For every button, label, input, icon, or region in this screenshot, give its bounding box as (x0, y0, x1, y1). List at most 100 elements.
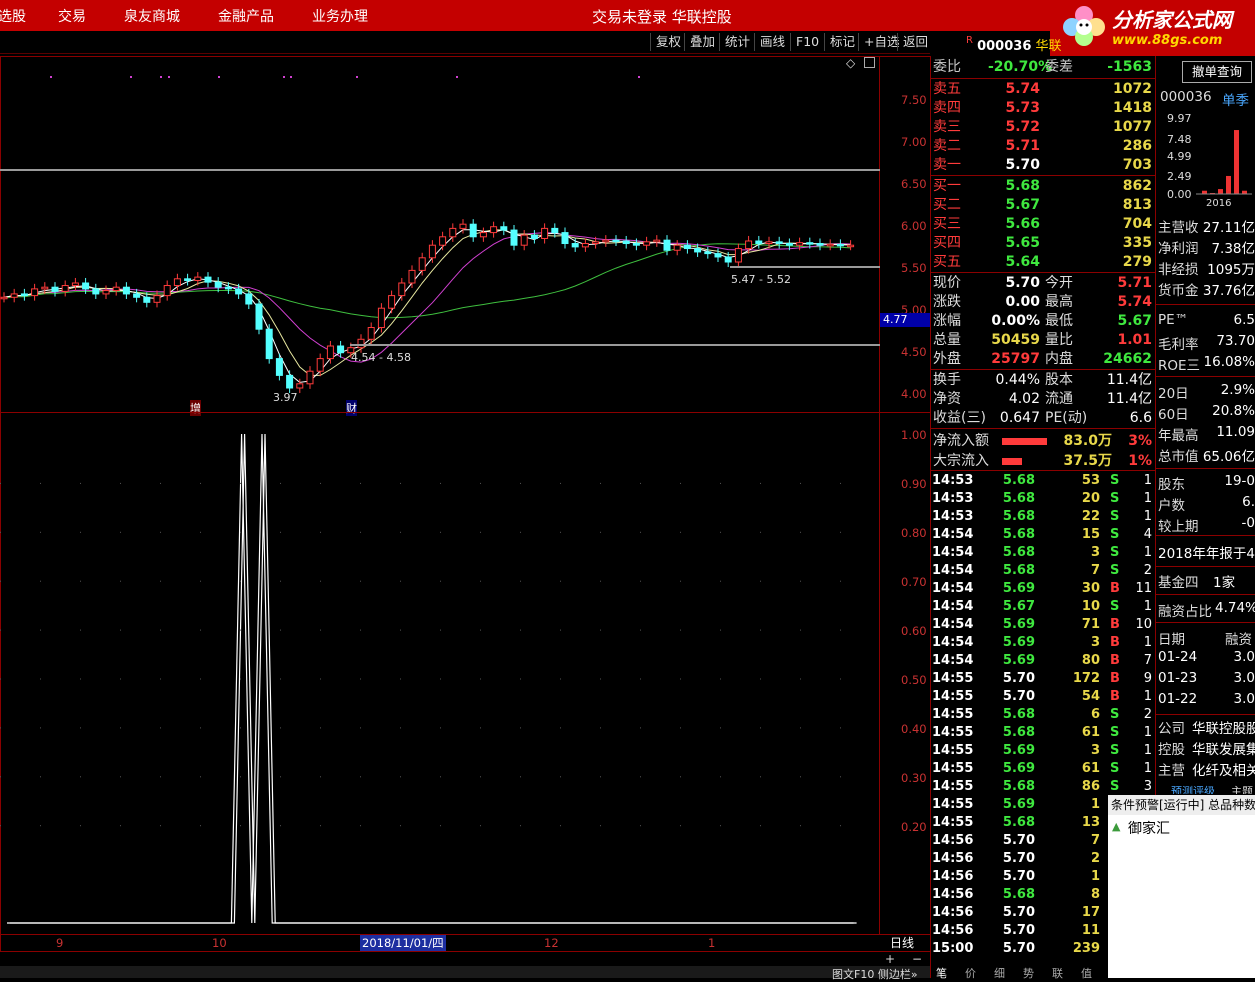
candle-body[interactable] (214, 281, 222, 288)
condition-alert-header[interactable]: 条件预警[运行中] 总品种数 (1108, 795, 1255, 815)
candle-body[interactable] (673, 244, 681, 251)
candle-body[interactable] (122, 286, 130, 295)
horizontal-scrollbar[interactable] (0, 966, 930, 978)
candle-body[interactable] (326, 345, 334, 360)
cancel-order-query-button[interactable]: 撤单查询 (1182, 61, 1252, 83)
forecast-link[interactable]: 预测评级 (1171, 783, 1215, 794)
candle-body[interactable] (745, 240, 753, 250)
candle-body[interactable] (204, 276, 212, 283)
candle-body[interactable] (31, 288, 39, 297)
tick-row[interactable]: 14:54 5.68 7 S 2 (930, 562, 1155, 580)
candle-body[interactable] (0, 296, 8, 300)
candle-body[interactable] (439, 236, 447, 246)
tick-row[interactable]: 14:54 5.68 3 S 1 (930, 544, 1155, 562)
menu-item-mall[interactable]: 泉友商城 (124, 6, 180, 26)
candle-body[interactable] (836, 243, 844, 247)
candle-body[interactable] (643, 241, 651, 246)
candle-body[interactable] (714, 253, 722, 258)
quote-tab[interactable]: 值 (1081, 965, 1092, 981)
candle-body[interactable] (173, 278, 181, 287)
candle-body[interactable] (755, 240, 763, 245)
candle-body[interactable] (449, 227, 457, 238)
candle-body[interactable] (143, 296, 151, 303)
candle-body[interactable] (51, 286, 59, 292)
candle-body[interactable] (418, 257, 426, 271)
candle-body[interactable] (286, 374, 294, 389)
candle-body[interactable] (398, 282, 406, 297)
tick-row[interactable]: 14:54 5.69 80 B 7 (930, 652, 1155, 670)
kline-chart[interactable] (0, 56, 880, 413)
candle-body[interactable] (551, 227, 559, 234)
statistics-button[interactable]: 统计 (719, 33, 755, 51)
topic-link[interactable]: 主题 (1231, 783, 1253, 794)
f10-button[interactable]: F10 (790, 33, 824, 51)
candle-body[interactable] (255, 303, 263, 330)
candle-body[interactable] (632, 243, 640, 246)
candle-body[interactable] (775, 241, 783, 245)
menu-item-trade[interactable]: 交易 (58, 6, 86, 26)
candle-body[interactable] (806, 242, 814, 245)
candle-body[interactable] (581, 243, 589, 248)
tick-row[interactable]: 14:55 5.68 6 S 2 (930, 706, 1155, 724)
candle-body[interactable] (428, 244, 436, 259)
menu-item-finance[interactable]: 金融产品 (218, 6, 274, 26)
candle-body[interactable] (71, 282, 79, 287)
candle-body[interactable] (510, 229, 518, 246)
period-selector[interactable]: 日线 (890, 934, 914, 951)
maximize-icon[interactable] (864, 57, 875, 68)
candle-body[interactable] (612, 239, 620, 243)
candle-body[interactable] (377, 307, 385, 329)
candle-body[interactable] (184, 278, 192, 281)
draw-line-button[interactable]: 画线 (754, 33, 790, 51)
candle-body[interactable] (306, 370, 314, 385)
candle-body[interactable] (765, 241, 773, 245)
tick-row[interactable]: 14:54 5.69 71 B 10 (930, 616, 1155, 634)
candle-body[interactable] (102, 290, 110, 295)
candle-body[interactable] (479, 232, 487, 238)
candle-body[interactable] (265, 328, 273, 360)
quote-tab[interactable]: 势 (1023, 965, 1034, 981)
quote-tab[interactable]: 笔 (936, 965, 947, 981)
candle-body[interactable] (785, 243, 793, 246)
candle-body[interactable] (622, 240, 630, 245)
candle-body[interactable] (10, 293, 18, 298)
candle-body[interactable] (20, 293, 28, 297)
candle-body[interactable] (245, 293, 253, 305)
tick-row[interactable]: 14:54 5.68 15 S 4 (930, 526, 1155, 544)
tick-row[interactable]: 14:54 5.67 10 S 1 (930, 598, 1155, 616)
candle-body[interactable] (653, 239, 661, 243)
quote-tab[interactable]: 价 (965, 965, 976, 981)
candle-body[interactable] (133, 293, 141, 298)
candle-body[interactable] (388, 295, 396, 309)
candle-body[interactable] (847, 244, 855, 248)
candle-body[interactable] (469, 223, 477, 238)
candle-body[interactable] (224, 286, 232, 290)
indicator-chart[interactable] (0, 412, 880, 935)
candle-body[interactable] (275, 358, 283, 376)
quote-tab[interactable]: 联 (1052, 965, 1063, 981)
candle-body[interactable] (816, 243, 824, 246)
candle-body[interactable] (82, 282, 90, 290)
tick-row[interactable]: 14:55 5.69 61 S 1 (930, 760, 1155, 778)
tick-row[interactable]: 14:55 5.69 3 S 1 (930, 742, 1155, 760)
candle-body[interactable] (683, 244, 691, 250)
back-button[interactable]: 返回 (897, 33, 933, 51)
candle-body[interactable] (694, 248, 702, 253)
candle-body[interactable] (826, 243, 834, 247)
candle-body[interactable] (337, 345, 345, 354)
tick-row[interactable]: 14:53 5.68 22 S 1 (930, 508, 1155, 526)
candle-body[interactable] (530, 234, 538, 239)
candle-body[interactable] (490, 226, 498, 234)
menu-item-stock-picker[interactable]: 选股 (0, 6, 26, 26)
candle-body[interactable] (734, 248, 742, 263)
candle-body[interactable] (92, 288, 100, 295)
candle-body[interactable] (520, 234, 528, 246)
candle-body[interactable] (663, 239, 671, 251)
candle-body[interactable] (163, 285, 171, 297)
candle-body[interactable] (296, 383, 304, 389)
overlay-button[interactable]: 叠加 (684, 33, 720, 51)
alert-item[interactable]: 御家汇 (1128, 818, 1170, 838)
candle-body[interactable] (796, 242, 804, 246)
tick-row[interactable]: 14:54 5.69 30 B 11 (930, 580, 1155, 598)
tick-row[interactable]: 14:55 5.68 61 S 1 (930, 724, 1155, 742)
